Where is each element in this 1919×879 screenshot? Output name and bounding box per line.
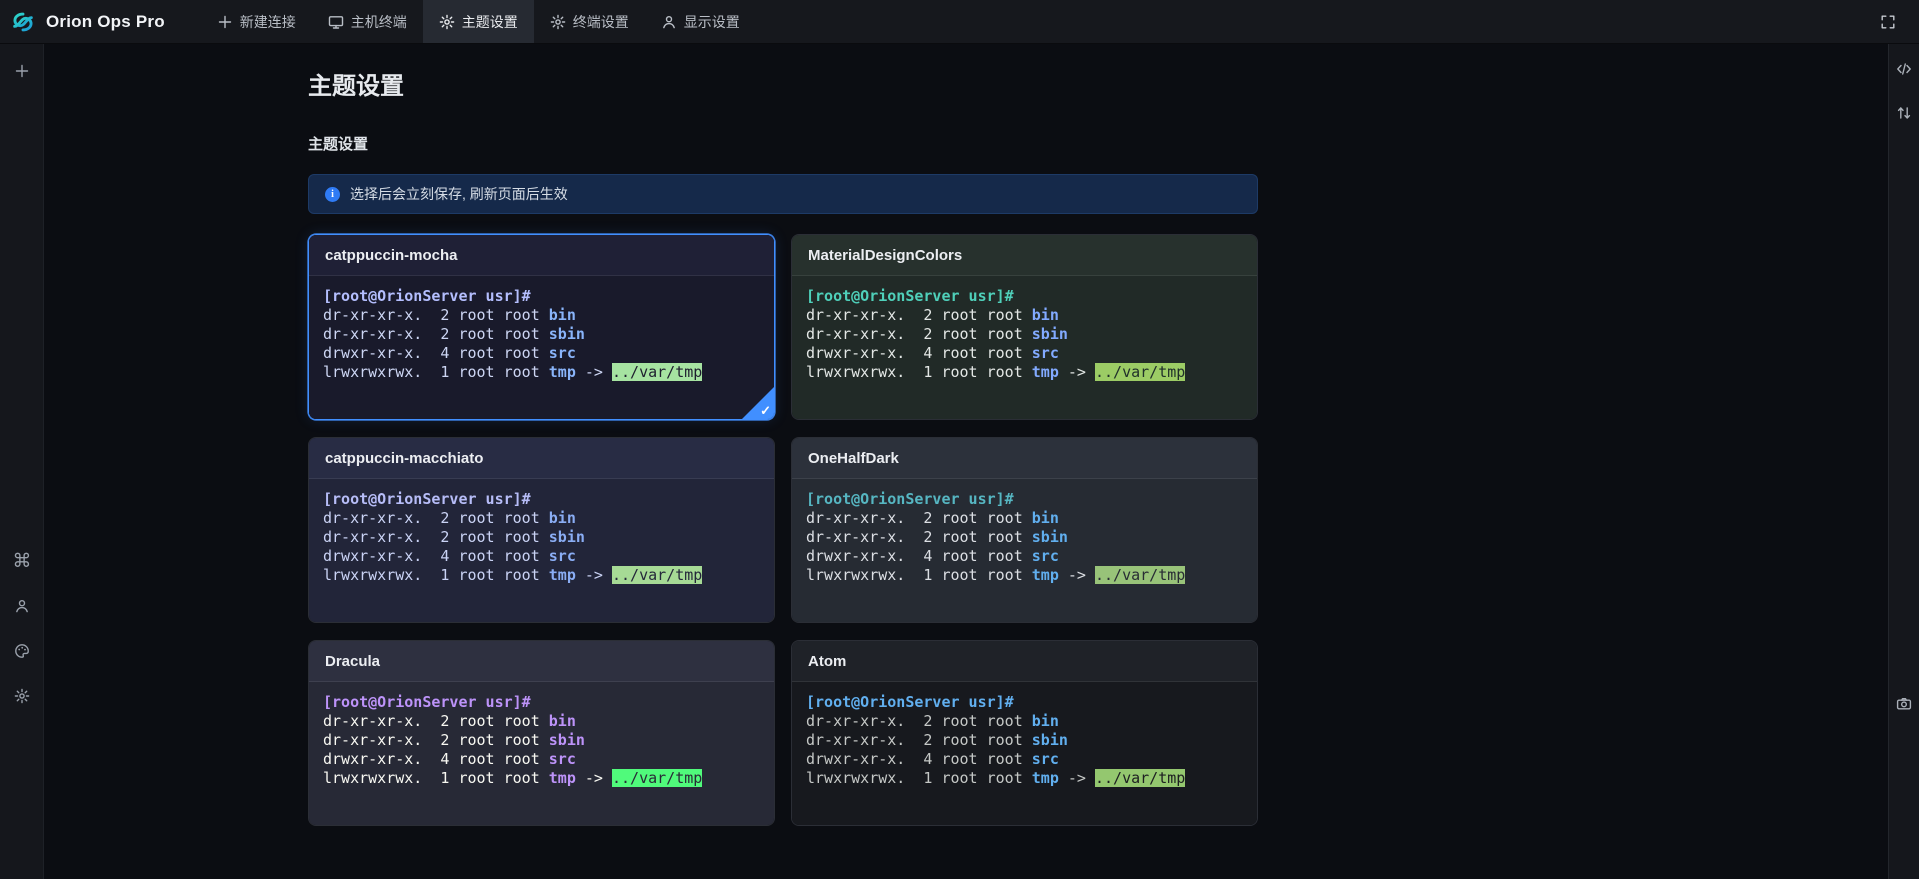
info-alert: 选择后会立刻保存, 刷新页面后生效 bbox=[308, 174, 1258, 214]
right-rail bbox=[1888, 44, 1919, 879]
terminal-preview: [root@OrionServer usr]# dr-xr-xr-x. 2 ro… bbox=[309, 479, 774, 623]
theme-card-title: catppuccin-macchiato bbox=[309, 438, 774, 479]
theme-card-catppuccin-macchiato[interactable]: catppuccin-macchiato[root@OrionServer us… bbox=[308, 437, 775, 623]
nav-item-display-settings[interactable]: 显示设置 bbox=[645, 0, 756, 43]
nav-label: 显示设置 bbox=[684, 12, 740, 32]
page-title: 主题设置 bbox=[308, 66, 1258, 101]
app-logo-icon bbox=[10, 9, 36, 35]
plus-icon[interactable] bbox=[5, 54, 39, 88]
sort-icon[interactable] bbox=[1890, 98, 1918, 128]
code-icon[interactable] bbox=[1890, 54, 1918, 84]
alert-text: 选择后会立刻保存, 刷新页面后生效 bbox=[350, 184, 568, 204]
palette-icon[interactable] bbox=[5, 634, 39, 668]
topbar: Orion Ops Pro 新建连接 主机终端 主题设置 终端设置 显示设置 bbox=[0, 0, 1919, 44]
gear-icon bbox=[439, 14, 455, 30]
main-nav: 新建连接 主机终端 主题设置 终端设置 显示设置 bbox=[201, 0, 756, 43]
right-rail-bottom bbox=[1890, 689, 1918, 719]
left-rail-bottom: ⌘ bbox=[5, 544, 39, 713]
command-icon[interactable]: ⌘ bbox=[5, 544, 39, 578]
theme-card-title: catppuccin-mocha bbox=[309, 235, 774, 276]
theme-card-Atom[interactable]: Atom[root@OrionServer usr]# dr-xr-xr-x. … bbox=[791, 640, 1258, 826]
terminal-preview: [root@OrionServer usr]# dr-xr-xr-x. 2 ro… bbox=[792, 682, 1257, 826]
theme-card-title: MaterialDesignColors bbox=[792, 235, 1257, 276]
topbar-right bbox=[1873, 7, 1919, 37]
theme-card-Dracula[interactable]: Dracula[root@OrionServer usr]# dr-xr-xr-… bbox=[308, 640, 775, 826]
theme-card-catppuccin-mocha[interactable]: catppuccin-mocha[root@OrionServer usr]# … bbox=[308, 234, 775, 420]
nav-item-host-terminal[interactable]: 主机终端 bbox=[312, 0, 423, 43]
nav-label: 终端设置 bbox=[573, 12, 629, 32]
theme-grid: catppuccin-mocha[root@OrionServer usr]# … bbox=[308, 234, 1258, 826]
plus-icon bbox=[217, 14, 233, 30]
theme-card-title: Dracula bbox=[309, 641, 774, 682]
terminal-preview: [root@OrionServer usr]# dr-xr-xr-x. 2 ro… bbox=[792, 479, 1257, 623]
theme-card-title: Atom bbox=[792, 641, 1257, 682]
user-icon[interactable] bbox=[5, 589, 39, 623]
gear-icon[interactable] bbox=[5, 679, 39, 713]
nav-label: 新建连接 bbox=[240, 12, 296, 32]
main-area: 主题设置 主题设置 选择后会立刻保存, 刷新页面后生效 catppuccin-m… bbox=[44, 44, 1888, 879]
nav-label: 主题设置 bbox=[462, 12, 518, 32]
fullscreen-icon[interactable] bbox=[1873, 7, 1903, 37]
terminal-preview: [root@OrionServer usr]# dr-xr-xr-x. 2 ro… bbox=[309, 276, 774, 420]
terminal-preview: [root@OrionServer usr]# dr-xr-xr-x. 2 ro… bbox=[309, 682, 774, 826]
monitor-icon bbox=[328, 14, 344, 30]
app-title: Orion Ops Pro bbox=[46, 12, 165, 32]
gear-icon bbox=[550, 14, 566, 30]
theme-card-title: OneHalfDark bbox=[792, 438, 1257, 479]
theme-card-MaterialDesignColors[interactable]: MaterialDesignColors[root@OrionServer us… bbox=[791, 234, 1258, 420]
left-rail-top bbox=[5, 54, 39, 88]
theme-card-OneHalfDark[interactable]: OneHalfDark[root@OrionServer usr]# dr-xr… bbox=[791, 437, 1258, 623]
right-rail-top bbox=[1890, 54, 1918, 128]
info-icon bbox=[325, 187, 340, 202]
camera-icon[interactable] bbox=[1890, 689, 1918, 719]
brand: Orion Ops Pro bbox=[0, 9, 187, 35]
nav-item-theme-settings[interactable]: 主题设置 bbox=[423, 0, 534, 43]
left-rail: ⌘ bbox=[0, 44, 44, 879]
section-title: 主题设置 bbox=[308, 133, 1258, 154]
user-icon bbox=[661, 14, 677, 30]
selected-check-icon bbox=[742, 387, 774, 419]
nav-item-new-connection[interactable]: 新建连接 bbox=[201, 0, 312, 43]
nav-item-terminal-settings[interactable]: 终端设置 bbox=[534, 0, 645, 43]
nav-label: 主机终端 bbox=[351, 12, 407, 32]
terminal-preview: [root@OrionServer usr]# dr-xr-xr-x. 2 ro… bbox=[792, 276, 1257, 420]
content: 主题设置 主题设置 选择后会立刻保存, 刷新页面后生效 catppuccin-m… bbox=[44, 44, 1258, 826]
